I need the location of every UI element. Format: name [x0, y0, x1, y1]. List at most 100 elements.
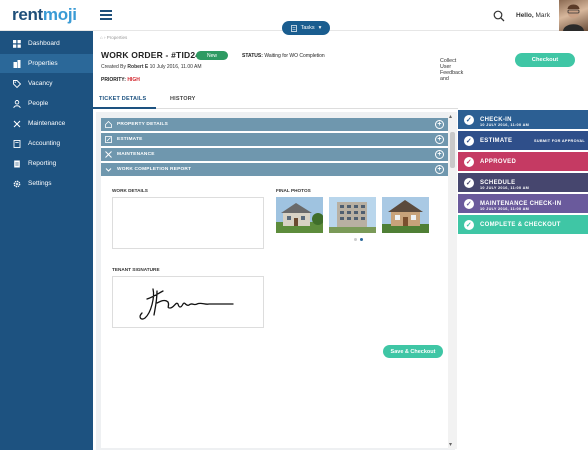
check-icon: ✓: [464, 135, 474, 146]
step-label: APPROVED: [480, 158, 517, 165]
sidebar-item-label: People: [28, 100, 49, 107]
workflow-step-check-in[interactable]: ✓ CHECK-IN 10 JULY 2016, 11:00 AM: [458, 110, 588, 129]
search-icon[interactable]: [493, 9, 505, 27]
logo-moji-text: moji: [42, 5, 77, 24]
ticket-details-panel: PROPERTY DETAILS + ESTIMATE + MAINTENANC…: [96, 112, 455, 450]
workflow-step-approved[interactable]: ✓ APPROVED: [458, 152, 588, 171]
final-photo-3[interactable]: [382, 197, 429, 233]
check-icon: ✓: [464, 219, 474, 230]
step-label: CHECK-IN: [480, 116, 512, 123]
photo-carousel-dots[interactable]: [354, 238, 363, 241]
created-date: 10 July 2016, 11.00 AM: [149, 64, 202, 70]
logo-rent-text: rent: [12, 5, 43, 24]
final-photo-2[interactable]: [329, 197, 376, 233]
home-icon[interactable]: ⌂: [100, 35, 103, 40]
expand-plus-icon[interactable]: +: [435, 165, 444, 174]
work-details-label: WORK DETAILS: [112, 188, 148, 193]
accordion-work-completion-report[interactable]: WORK COMPLETION REPORT +: [101, 163, 448, 176]
created-prefix: Created By: [101, 64, 127, 70]
hamburger-menu-icon[interactable]: [100, 10, 112, 20]
tools-icon: [105, 151, 113, 158]
page-title: WORK ORDER - #TID245: [101, 50, 206, 60]
scroll-down-arrow-icon[interactable]: ▾: [449, 441, 452, 448]
expand-plus-icon[interactable]: +: [435, 150, 444, 159]
accordion-property-details[interactable]: PROPERTY DETAILS +: [101, 118, 448, 131]
check-icon: ✓: [464, 177, 474, 188]
tenant-signature-pad[interactable]: [112, 276, 264, 328]
priority-line: PRIORITY: HIGH: [101, 77, 140, 83]
final-photos-label: FINAL PHOTOS: [276, 188, 311, 193]
work-details-field[interactable]: [112, 197, 264, 249]
home-icon: [105, 121, 113, 128]
priority-label: PRIORITY:: [101, 77, 126, 83]
grid-icon: [12, 39, 22, 48]
workflow-step-estimate[interactable]: ✓ ESTIMATE SUBMIT FOR APPROVAL: [458, 131, 588, 150]
sidebar-item-label: Dashboard: [28, 40, 60, 47]
workflow-step-complete-checkout[interactable]: ✓ COMPLETE & CHECKOUT: [458, 215, 588, 234]
step-sub: 10 JULY 2016, 11:00 AM: [480, 123, 530, 127]
sidebar-item-reporting[interactable]: Reporting: [0, 154, 93, 173]
sidebar-item-people[interactable]: People: [0, 94, 93, 113]
user-avatar[interactable]: [559, 0, 588, 31]
accordion-label: MAINTENANCE: [117, 152, 155, 157]
scroll-up-arrow-icon[interactable]: ▴: [449, 113, 452, 120]
tag-icon: [12, 79, 22, 88]
status-badge: New: [196, 51, 228, 60]
calculator-icon: [12, 139, 22, 148]
step-label: ESTIMATE: [480, 137, 513, 144]
chevron-down-icon: ▾: [318, 25, 322, 31]
step-label: COMPLETE & CHECKOUT: [480, 221, 561, 228]
accordion-label: WORK COMPLETION REPORT: [117, 167, 192, 172]
check-icon: ✓: [464, 114, 474, 125]
checkout-button[interactable]: Checkout: [515, 53, 575, 67]
final-photo-1[interactable]: [276, 197, 323, 233]
sidebar-item-properties[interactable]: Properties: [0, 54, 93, 73]
tab-ticket-details[interactable]: TICKET DETAILS: [99, 96, 146, 102]
sidebar-item-accounting[interactable]: Accounting: [0, 134, 93, 153]
sidebar-item-settings[interactable]: Settings: [0, 174, 93, 193]
status-value: Waiting for WO Completion: [264, 53, 325, 59]
active-tab-indicator: [93, 107, 156, 109]
workflow-step-maintenance-check-in[interactable]: ✓ MAINTENANCE CHECK-IN 10 JULY 2016, 11:…: [458, 194, 588, 213]
sidebar-item-label: Properties: [28, 60, 58, 67]
task-list-icon: [290, 24, 297, 32]
tab-history[interactable]: HISTORY: [170, 96, 196, 102]
gear-icon: [12, 180, 22, 188]
tasks-dropdown-button[interactable]: Tasks ▾: [282, 21, 330, 35]
rentmoji-logo[interactable]: rentmoji: [12, 5, 77, 25]
accordion-label: ESTIMATE: [117, 137, 143, 142]
work-order-status: STATUS: Waiting for WO Completion: [242, 53, 325, 59]
sidebar-item-label: Vacancy: [28, 80, 53, 87]
user-name: Mark: [535, 12, 550, 19]
priority-value: HIGH: [127, 77, 140, 83]
feedback-text: Collect User Feedback and: [440, 58, 464, 82]
step-label: SCHEDULE: [480, 179, 516, 186]
workflow-step-schedule[interactable]: ✓ SCHEDULE 10 JULY 2016, 11:00 AM: [458, 173, 588, 192]
expand-plus-icon[interactable]: +: [435, 120, 444, 129]
save-and-checkout-button[interactable]: Save & Checkout: [383, 345, 443, 358]
content-scrollbar[interactable]: ▴ ▾: [448, 112, 457, 449]
tasks-label: Tasks: [300, 25, 315, 31]
details-card: PROPERTY DETAILS + ESTIMATE + MAINTENANC…: [101, 118, 448, 448]
created-by-line: Created By Robert E 10 July 2016, 11.00 …: [101, 64, 202, 70]
accordion-maintenance[interactable]: MAINTENANCE +: [101, 148, 448, 161]
sidebar-item-dashboard[interactable]: Dashboard: [0, 34, 93, 53]
scroll-thumb[interactable]: [450, 132, 455, 168]
sidebar-item-label: Maintenance: [28, 120, 66, 127]
person-icon: [12, 99, 22, 108]
tab-bar: TICKET DETAILS HISTORY: [93, 92, 458, 109]
expand-plus-icon[interactable]: +: [435, 135, 444, 144]
building-icon: [12, 59, 22, 68]
sidebar-item-maintenance[interactable]: Maintenance: [0, 114, 93, 133]
breadcrumb-properties-link[interactable]: Properties: [107, 35, 128, 40]
greeting-text: Hello,: [516, 12, 534, 19]
edit-icon: [105, 136, 113, 143]
step-sub: 10 JULY 2016, 11:00 AM: [480, 186, 530, 190]
wrench-icon: [12, 120, 22, 128]
accordion-label: PROPERTY DETAILS: [117, 122, 168, 127]
sidebar-item-vacancy[interactable]: Vacancy: [0, 74, 93, 93]
check-icon: ✓: [464, 198, 474, 209]
user-greeting[interactable]: Hello, Mark: [516, 12, 550, 19]
step-label: MAINTENANCE CHECK-IN: [480, 200, 562, 207]
accordion-estimate[interactable]: ESTIMATE +: [101, 133, 448, 146]
